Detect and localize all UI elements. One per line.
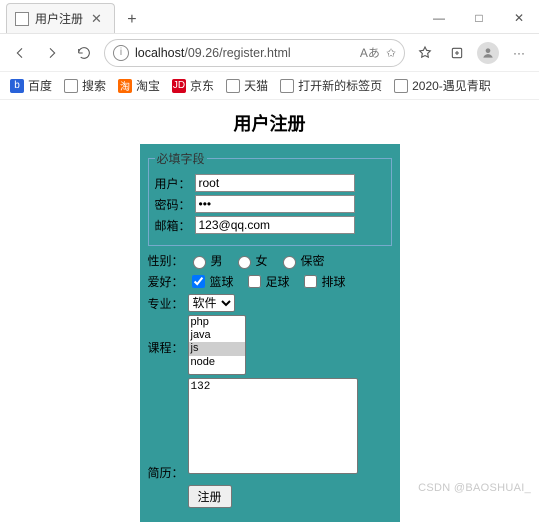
- submit-button[interactable]: [188, 485, 232, 508]
- browser-toolbar: i localhost/09.26/register.html Aあ ✩ ···: [0, 34, 539, 72]
- bookmark-newtab[interactable]: 打开新的标签页: [280, 77, 382, 94]
- bookmark-tmall[interactable]: 天猫: [226, 77, 268, 94]
- user-input[interactable]: [195, 174, 355, 192]
- doc-icon: [226, 79, 240, 93]
- label-gender: 性别：: [148, 252, 188, 269]
- window-controls: — □ ✕: [419, 3, 539, 33]
- bookmarks-bar: b百度 搜索 淘淘宝 JD京东 天猫 打开新的标签页 2020-遇见青职: [0, 72, 539, 100]
- page-title: 用户注册: [0, 110, 539, 136]
- taobao-icon: 淘: [118, 79, 132, 93]
- email-input[interactable]: [195, 216, 355, 234]
- page-content: 用户注册 必填字段 用户： 密码： 邮箱： 性别： 男 女 保密: [0, 100, 539, 522]
- favorites-hub-icon[interactable]: [413, 41, 437, 65]
- jd-icon: JD: [172, 79, 186, 93]
- nav-forward-button[interactable]: [40, 41, 64, 65]
- doc-icon: [64, 79, 78, 93]
- label-email: 邮箱：: [155, 217, 195, 234]
- site-info-icon[interactable]: i: [113, 45, 129, 61]
- major-select[interactable]: 软件: [188, 294, 235, 312]
- window-maximize-button[interactable]: □: [459, 3, 499, 33]
- tab-close-icon[interactable]: ✕: [89, 11, 104, 27]
- radio-male[interactable]: 男: [188, 252, 223, 269]
- required-fieldset: 必填字段 用户： 密码： 邮箱：: [148, 150, 392, 246]
- label-major: 专业：: [148, 295, 188, 312]
- collections-icon[interactable]: [445, 41, 469, 65]
- bookmark-search[interactable]: 搜索: [64, 77, 106, 94]
- register-form: 必填字段 用户： 密码： 邮箱： 性别： 男 女 保密 爱好：: [140, 144, 400, 522]
- label-hobby: 爱好：: [148, 273, 188, 290]
- label-course: 课程：: [148, 315, 188, 375]
- check-volleyball[interactable]: 排球: [300, 272, 346, 291]
- check-basketball[interactable]: 篮球: [188, 272, 234, 291]
- url-text: localhost/09.26/register.html: [135, 46, 354, 60]
- label-user: 用户：: [155, 175, 195, 192]
- hobby-options: 篮球 足球 排球: [188, 272, 352, 291]
- password-input[interactable]: [195, 195, 355, 213]
- course-option: php: [189, 316, 245, 329]
- check-football[interactable]: 足球: [244, 272, 290, 291]
- gender-options: 男 女 保密: [188, 252, 331, 269]
- window-minimize-button[interactable]: —: [419, 3, 459, 33]
- address-bar[interactable]: i localhost/09.26/register.html Aあ ✩: [104, 39, 405, 67]
- browser-tab[interactable]: 用户注册 ✕: [6, 3, 115, 33]
- course-option: node: [189, 356, 245, 369]
- bookmark-qingzhi[interactable]: 2020-遇见青职: [394, 77, 491, 94]
- browser-titlebar: 用户注册 ✕ + — □ ✕: [0, 0, 539, 34]
- profile-avatar[interactable]: [477, 42, 499, 64]
- fieldset-legend: 必填字段: [155, 150, 207, 167]
- window-close-button[interactable]: ✕: [499, 3, 539, 33]
- watermark: CSDN @BAOSHUAI_: [418, 482, 531, 494]
- radio-secret[interactable]: 保密: [278, 252, 325, 269]
- doc-icon: [280, 79, 294, 93]
- reader-mode-icon[interactable]: Aあ: [360, 44, 380, 61]
- doc-icon: [394, 79, 408, 93]
- label-pass: 密码：: [155, 196, 195, 213]
- tab-title: 用户注册: [35, 10, 83, 27]
- label-resume: 简历：: [148, 378, 188, 481]
- radio-female[interactable]: 女: [233, 252, 268, 269]
- course-listbox[interactable]: php java js node: [188, 315, 246, 375]
- page-favicon-icon: [15, 12, 29, 26]
- baidu-icon: b: [10, 79, 24, 93]
- bookmark-taobao[interactable]: 淘淘宝: [118, 77, 160, 94]
- course-option: java: [189, 329, 245, 342]
- course-option: js: [189, 342, 245, 355]
- more-menu-icon[interactable]: ···: [507, 41, 531, 65]
- resume-textarea[interactable]: 132: [188, 378, 358, 474]
- new-tab-button[interactable]: +: [119, 7, 145, 33]
- bookmark-jd[interactable]: JD京东: [172, 77, 214, 94]
- favorite-icon[interactable]: ✩: [386, 46, 396, 60]
- nav-back-button[interactable]: [8, 41, 32, 65]
- nav-reload-button[interactable]: [72, 41, 96, 65]
- bookmark-baidu[interactable]: b百度: [10, 77, 52, 94]
